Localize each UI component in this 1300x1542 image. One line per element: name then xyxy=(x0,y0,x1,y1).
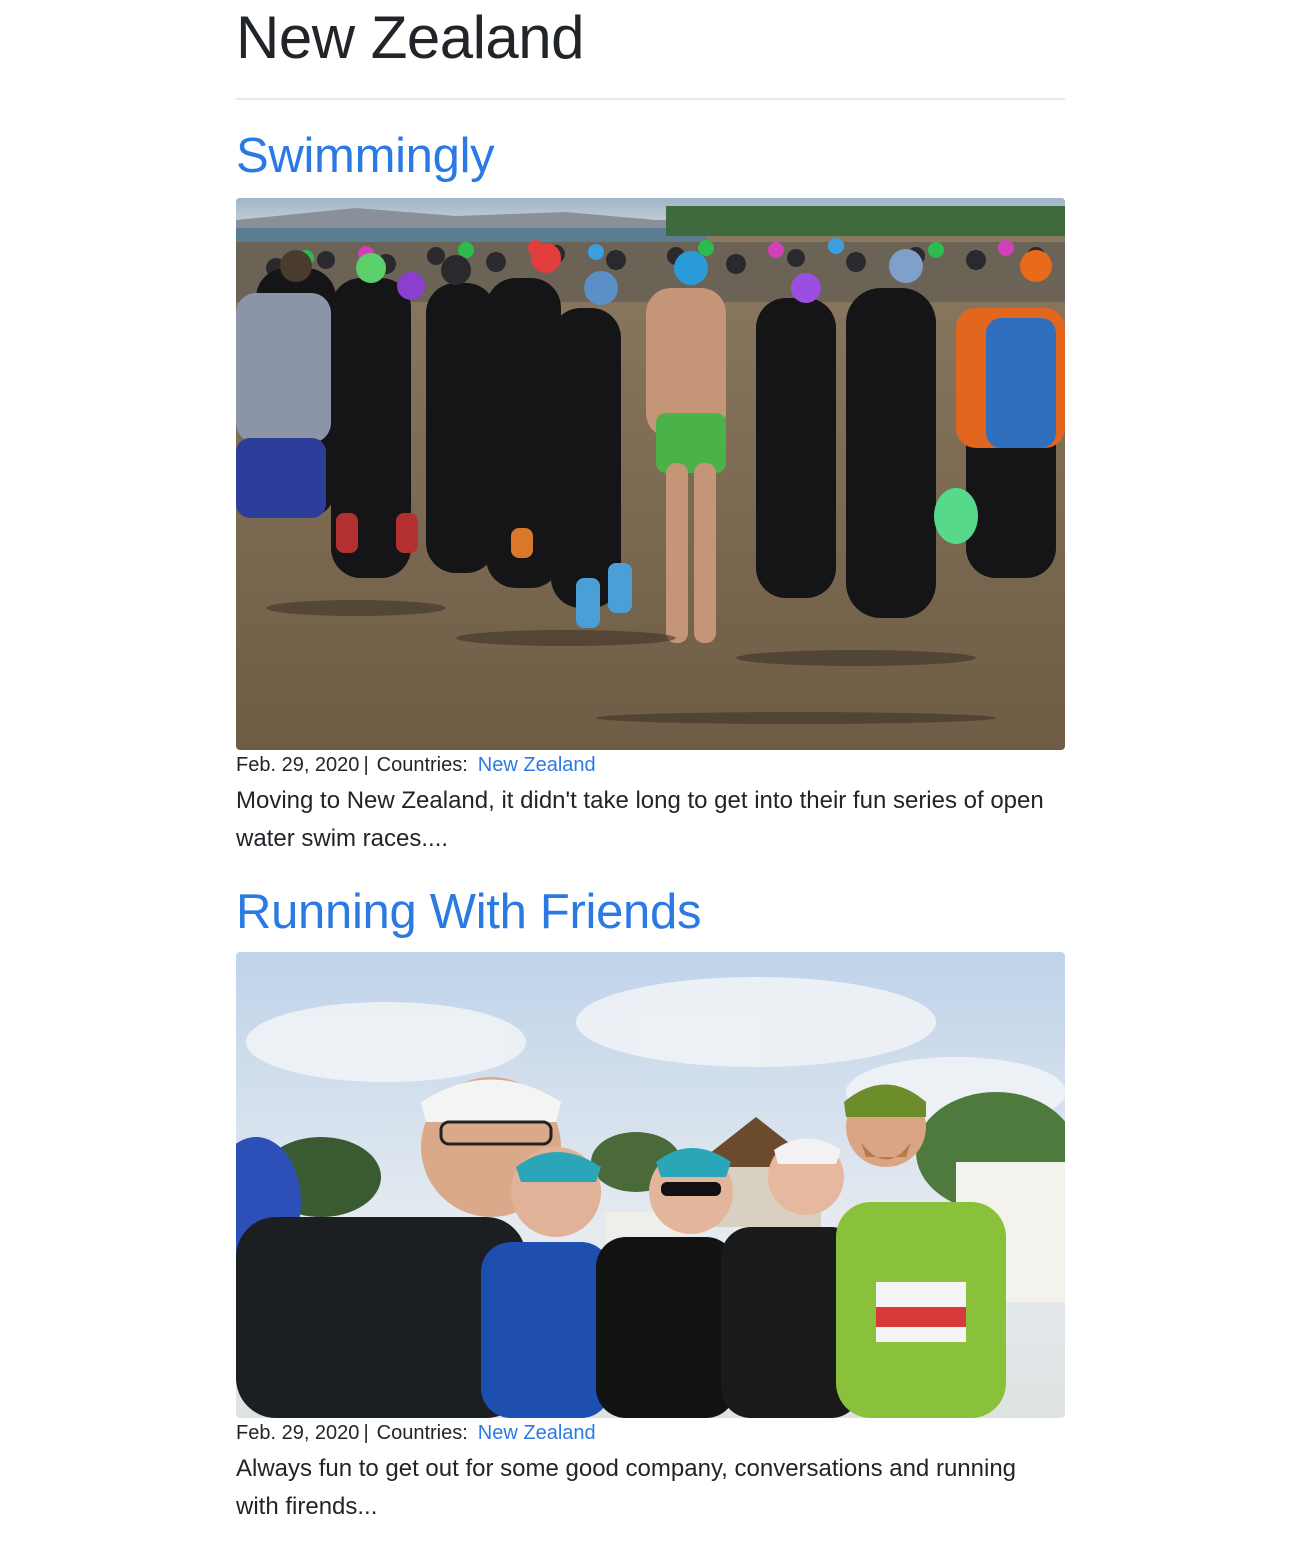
page-title: New Zealand xyxy=(236,4,585,71)
post-card: Running With Friends Feb. 29, 2020 | Cou… xyxy=(236,882,1065,1526)
meta-separator: | xyxy=(363,754,369,776)
post-meta: Feb. 29, 2020 | Countries: New Zealand xyxy=(236,750,1065,780)
post-title-link[interactable]: Running With Friends xyxy=(236,882,1065,942)
post-image-runners[interactable] xyxy=(236,952,1065,1418)
post-title-link[interactable]: Swimmingly xyxy=(236,126,1065,186)
runners-photo xyxy=(236,952,1065,1418)
countries-label: Countries: xyxy=(376,754,468,776)
main-content: New Zealand Swimmingly Feb. 29, 2020 | C… xyxy=(236,0,1065,1526)
post-meta: Feb. 29, 2020 | Countries: New Zealand xyxy=(236,1418,1065,1448)
title-divider xyxy=(236,98,1065,100)
countries-label: Countries: xyxy=(376,1422,468,1444)
swimmers-photo xyxy=(236,198,1065,750)
meta-separator: | xyxy=(363,1422,369,1444)
post-excerpt: Moving to New Zealand, it didn't take lo… xyxy=(236,787,1044,852)
post-date: Feb. 29, 2020 xyxy=(236,1422,360,1444)
post-date: Feb. 29, 2020 xyxy=(236,754,360,776)
country-link[interactable]: New Zealand xyxy=(478,754,596,776)
post-excerpt: Always fun to get out for some good comp… xyxy=(236,1455,1017,1520)
country-link[interactable]: New Zealand xyxy=(478,1422,596,1444)
post-card: Swimmingly Feb. 29, 2020 | Countries: Ne… xyxy=(236,126,1065,858)
post-image-swimmers[interactable] xyxy=(236,198,1065,750)
